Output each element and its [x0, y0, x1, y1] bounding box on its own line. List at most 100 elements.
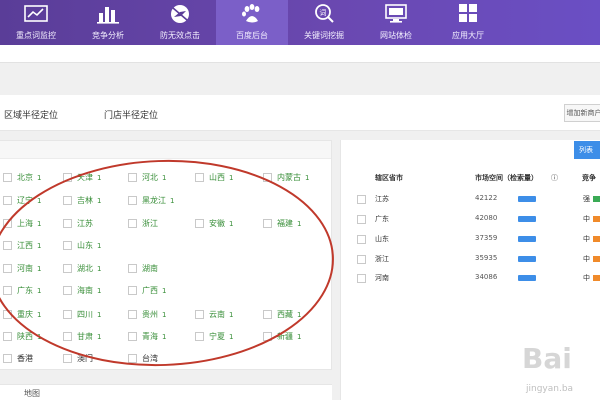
region-checkbox[interactable]: 广东 1 — [3, 285, 41, 296]
watermark-brand: Bai — [522, 342, 572, 375]
region-checkbox[interactable]: 甘肃 1 — [63, 331, 101, 342]
region-checkbox[interactable]: 山西 1 — [195, 172, 233, 183]
region-checkbox[interactable]: 台湾 — [128, 353, 158, 364]
checkbox[interactable] — [63, 196, 72, 205]
checkbox[interactable] — [3, 310, 12, 319]
checkbox[interactable] — [195, 310, 204, 319]
region-checkbox[interactable]: 安徽 1 — [195, 218, 233, 229]
region-checkbox[interactable]: 辽宁 1 — [3, 195, 41, 206]
region-checkbox[interactable]: 澳门 — [63, 353, 93, 364]
region-checkbox[interactable]: 上海 1 — [3, 218, 41, 229]
region-checkbox[interactable]: 山东 1 — [63, 240, 101, 251]
checkbox[interactable] — [3, 286, 12, 295]
row-checkbox[interactable] — [357, 195, 366, 204]
checkbox[interactable] — [263, 310, 272, 319]
region-count: 1 — [170, 196, 175, 205]
checkbox[interactable] — [3, 332, 12, 341]
region-checkbox[interactable]: 广西 1 — [128, 285, 166, 296]
region-checkbox[interactable]: 江苏 — [63, 218, 93, 229]
checkbox[interactable] — [128, 264, 137, 273]
region-checkbox[interactable]: 新疆 1 — [263, 331, 301, 342]
region-name: 西藏 — [277, 310, 293, 319]
checkbox[interactable] — [63, 264, 72, 273]
checkbox[interactable] — [63, 173, 72, 182]
region-checkbox[interactable]: 四川 1 — [63, 309, 101, 320]
checkbox[interactable] — [63, 219, 72, 228]
region-checkbox[interactable]: 云南 1 — [195, 309, 233, 320]
region-name: 安徽 — [209, 219, 225, 228]
region-checkbox[interactable]: 河南 1 — [3, 263, 41, 274]
region-checkbox[interactable]: 贵州 1 — [128, 309, 166, 320]
checkbox[interactable] — [63, 241, 72, 250]
checkbox[interactable] — [128, 173, 137, 182]
checkbox[interactable] — [128, 310, 137, 319]
checkbox[interactable] — [63, 332, 72, 341]
region-checkbox[interactable]: 重庆 1 — [3, 309, 41, 320]
row-volume-bar — [518, 196, 536, 202]
checkbox[interactable] — [128, 332, 137, 341]
checkbox[interactable] — [195, 173, 204, 182]
checkbox[interactable] — [63, 286, 72, 295]
checkbox[interactable] — [263, 219, 272, 228]
region-checkbox[interactable]: 湖北 1 — [63, 263, 101, 274]
region-checkbox[interactable]: 宁夏 1 — [195, 331, 233, 342]
checkbox[interactable] — [128, 286, 137, 295]
region-checkbox[interactable]: 内蒙古 1 — [263, 172, 309, 183]
nav-item-app-hall[interactable]: 应用大厅 — [432, 0, 504, 45]
checkbox[interactable] — [128, 196, 137, 205]
list-button[interactable]: 列表 — [574, 141, 600, 159]
nav-item-site-check[interactable]: 网站体检 — [360, 0, 432, 45]
nav-item-baidu-backend[interactable]: 百度后台 — [216, 0, 288, 45]
checkbox[interactable] — [3, 264, 12, 273]
row-checkbox[interactable] — [357, 215, 366, 224]
tab-store-radius[interactable]: 门店半径定位 — [104, 108, 158, 121]
checkbox[interactable] — [195, 332, 204, 341]
row-competition-level: 强 — [583, 195, 590, 203]
region-count: 1 — [297, 332, 302, 341]
region-checkbox[interactable]: 浙江 — [128, 218, 158, 229]
help-icon[interactable]: ⓘ — [551, 173, 558, 183]
checkbox[interactable] — [195, 219, 204, 228]
region-checkbox[interactable]: 河北 1 — [128, 172, 166, 183]
row-checkbox[interactable] — [357, 274, 366, 283]
region-checkbox[interactable]: 海南 1 — [63, 285, 101, 296]
region-checkbox[interactable]: 天津 1 — [63, 172, 101, 183]
checkbox[interactable] — [3, 173, 12, 182]
checkbox[interactable] — [128, 354, 137, 363]
region-checkbox[interactable]: 黑龙江 1 — [128, 195, 174, 206]
region-checkbox[interactable]: 江西 1 — [3, 240, 41, 251]
row-checkbox[interactable] — [357, 235, 366, 244]
checkbox[interactable] — [3, 219, 12, 228]
region-name: 湖南 — [142, 264, 158, 273]
tab-region-radius[interactable]: 区域半径定位 — [4, 108, 58, 121]
row-competition-chip — [593, 275, 600, 281]
nav-item-keyword-monitor[interactable]: 重点词监控 — [0, 0, 72, 45]
region-checkbox[interactable]: 陕西 1 — [3, 331, 41, 342]
checkbox[interactable] — [3, 354, 12, 363]
checkbox[interactable] — [3, 196, 12, 205]
region-name: 上海 — [17, 219, 33, 228]
row-competition-level: 中 — [583, 235, 590, 243]
region-checkbox[interactable]: 西藏 1 — [263, 309, 301, 320]
region-panel-header — [0, 141, 331, 159]
nav-item-competition-analysis[interactable]: 竞争分析 — [72, 0, 144, 45]
checkbox[interactable] — [263, 332, 272, 341]
checkbox[interactable] — [128, 219, 137, 228]
bar-chart-icon — [97, 7, 119, 24]
region-checkbox[interactable]: 北京 1 — [3, 172, 41, 183]
checkbox[interactable] — [63, 354, 72, 363]
region-checkbox[interactable]: 湖南 — [128, 263, 158, 274]
checkbox[interactable] — [3, 241, 12, 250]
region-checkbox[interactable]: 福建 1 — [263, 218, 301, 229]
region-checkbox[interactable]: 青海 1 — [128, 331, 166, 342]
checkbox[interactable] — [63, 310, 72, 319]
top-navigation: 重点词监控 竞争分析 防无效点击 百度后台 词 关键词挖掘 网站体检 应用大厅 — [0, 0, 600, 45]
add-merchant-button[interactable]: 增加新商户 — [564, 104, 600, 122]
checkbox[interactable] — [263, 173, 272, 182]
region-checkbox[interactable]: 香港 — [3, 353, 33, 364]
nav-item-invalid-click[interactable]: 防无效点击 — [144, 0, 216, 45]
region-checkbox[interactable]: 吉林 1 — [63, 195, 101, 206]
row-search-volume: 34086 — [475, 273, 498, 281]
nav-item-keyword-mining[interactable]: 词 关键词挖掘 — [288, 0, 360, 45]
row-checkbox[interactable] — [357, 255, 366, 264]
